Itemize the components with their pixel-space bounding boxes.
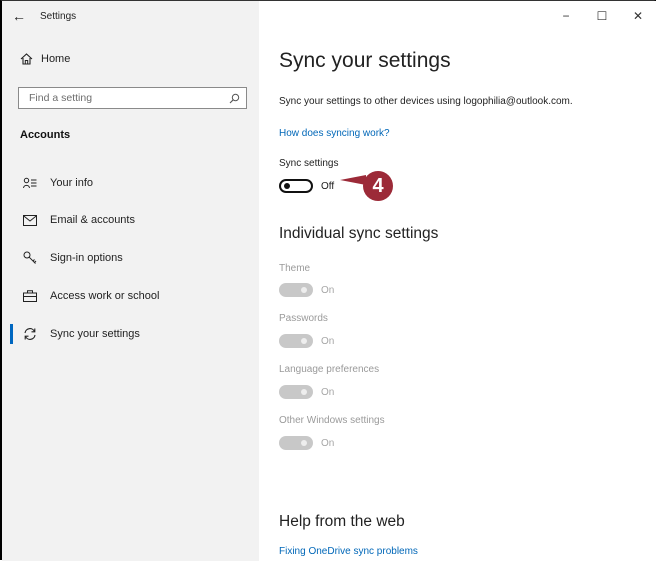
passwords-toggle: [279, 334, 313, 348]
key-icon: [20, 251, 40, 265]
language-state: On: [321, 386, 335, 398]
language-preferences-label: Language preferences: [279, 364, 380, 375]
mail-icon: [20, 214, 40, 226]
titlebar-left: ← Settings: [2, 1, 259, 31]
minimize-button[interactable]: −: [548, 1, 584, 31]
sync-settings-toggle-row[interactable]: Off: [279, 179, 334, 193]
briefcase-icon: [20, 290, 40, 302]
sidebar-item-label: Access work or school: [50, 290, 160, 302]
sidebar-item-label: Sign-in options: [50, 252, 123, 264]
sidebar-item-sync-settings[interactable]: Sync your settings: [2, 317, 259, 351]
other-windows-settings-label: Other Windows settings: [279, 415, 385, 426]
sidebar: ← Settings Home Find a setting Accounts: [2, 1, 259, 561]
sidebar-item-sign-in-options[interactable]: Sign-in options: [2, 241, 259, 275]
how-sync-works-link[interactable]: How does syncing work?: [279, 128, 390, 139]
search-input[interactable]: Find a setting: [18, 87, 247, 109]
page-title: Sync your settings: [279, 49, 451, 72]
callout-step-badge: 4: [363, 171, 393, 201]
other-windows-toggle: [279, 436, 313, 450]
person-list-icon: [20, 177, 40, 189]
theme-toggle-row: On: [279, 283, 334, 297]
theme-toggle: [279, 283, 313, 297]
main-content: − ☐ ✕ Sync your settings Sync your setti…: [259, 1, 656, 561]
sidebar-item-label: Sync your settings: [50, 328, 140, 340]
sidebar-item-home[interactable]: Home: [20, 53, 70, 65]
language-toggle-row: On: [279, 385, 334, 399]
home-label: Home: [41, 53, 71, 65]
sidebar-item-your-info[interactable]: Your info: [2, 166, 259, 200]
window-controls: − ☐ ✕: [548, 1, 656, 31]
app-title: Settings: [40, 10, 77, 22]
section-title-accounts: Accounts: [20, 129, 71, 141]
back-arrow-icon: ←: [12, 8, 26, 24]
sidebar-item-email-accounts[interactable]: Email & accounts: [2, 203, 259, 237]
sidebar-item-label: Your info: [50, 177, 94, 189]
home-icon: [20, 53, 33, 65]
sync-settings-state: Off: [321, 180, 335, 192]
maximize-button[interactable]: ☐: [584, 1, 620, 31]
language-toggle: [279, 385, 313, 399]
other-windows-state: On: [321, 437, 335, 449]
sidebar-item-access-work-school[interactable]: Access work or school: [2, 279, 259, 313]
individual-sync-heading: Individual sync settings: [279, 225, 439, 242]
search-placeholder: Find a setting: [29, 92, 93, 104]
passwords-label: Passwords: [279, 313, 328, 324]
close-button[interactable]: ✕: [620, 1, 656, 31]
passwords-state: On: [321, 335, 335, 347]
help-heading: Help from the web: [279, 513, 405, 530]
sync-icon: [20, 327, 40, 341]
other-windows-toggle-row: On: [279, 436, 334, 450]
theme-label: Theme: [279, 263, 311, 274]
sync-settings-toggle[interactable]: [279, 179, 313, 193]
sidebar-item-label: Email & accounts: [50, 214, 135, 226]
passwords-toggle-row: On: [279, 334, 334, 348]
back-button[interactable]: ←: [6, 4, 32, 28]
onedrive-sync-help-link[interactable]: Fixing OneDrive sync problems: [279, 546, 418, 557]
page-description: Sync your settings to other devices usin…: [279, 96, 573, 107]
theme-state: On: [321, 284, 335, 296]
search-icon: [229, 93, 240, 103]
sync-settings-label: Sync settings: [279, 158, 339, 169]
